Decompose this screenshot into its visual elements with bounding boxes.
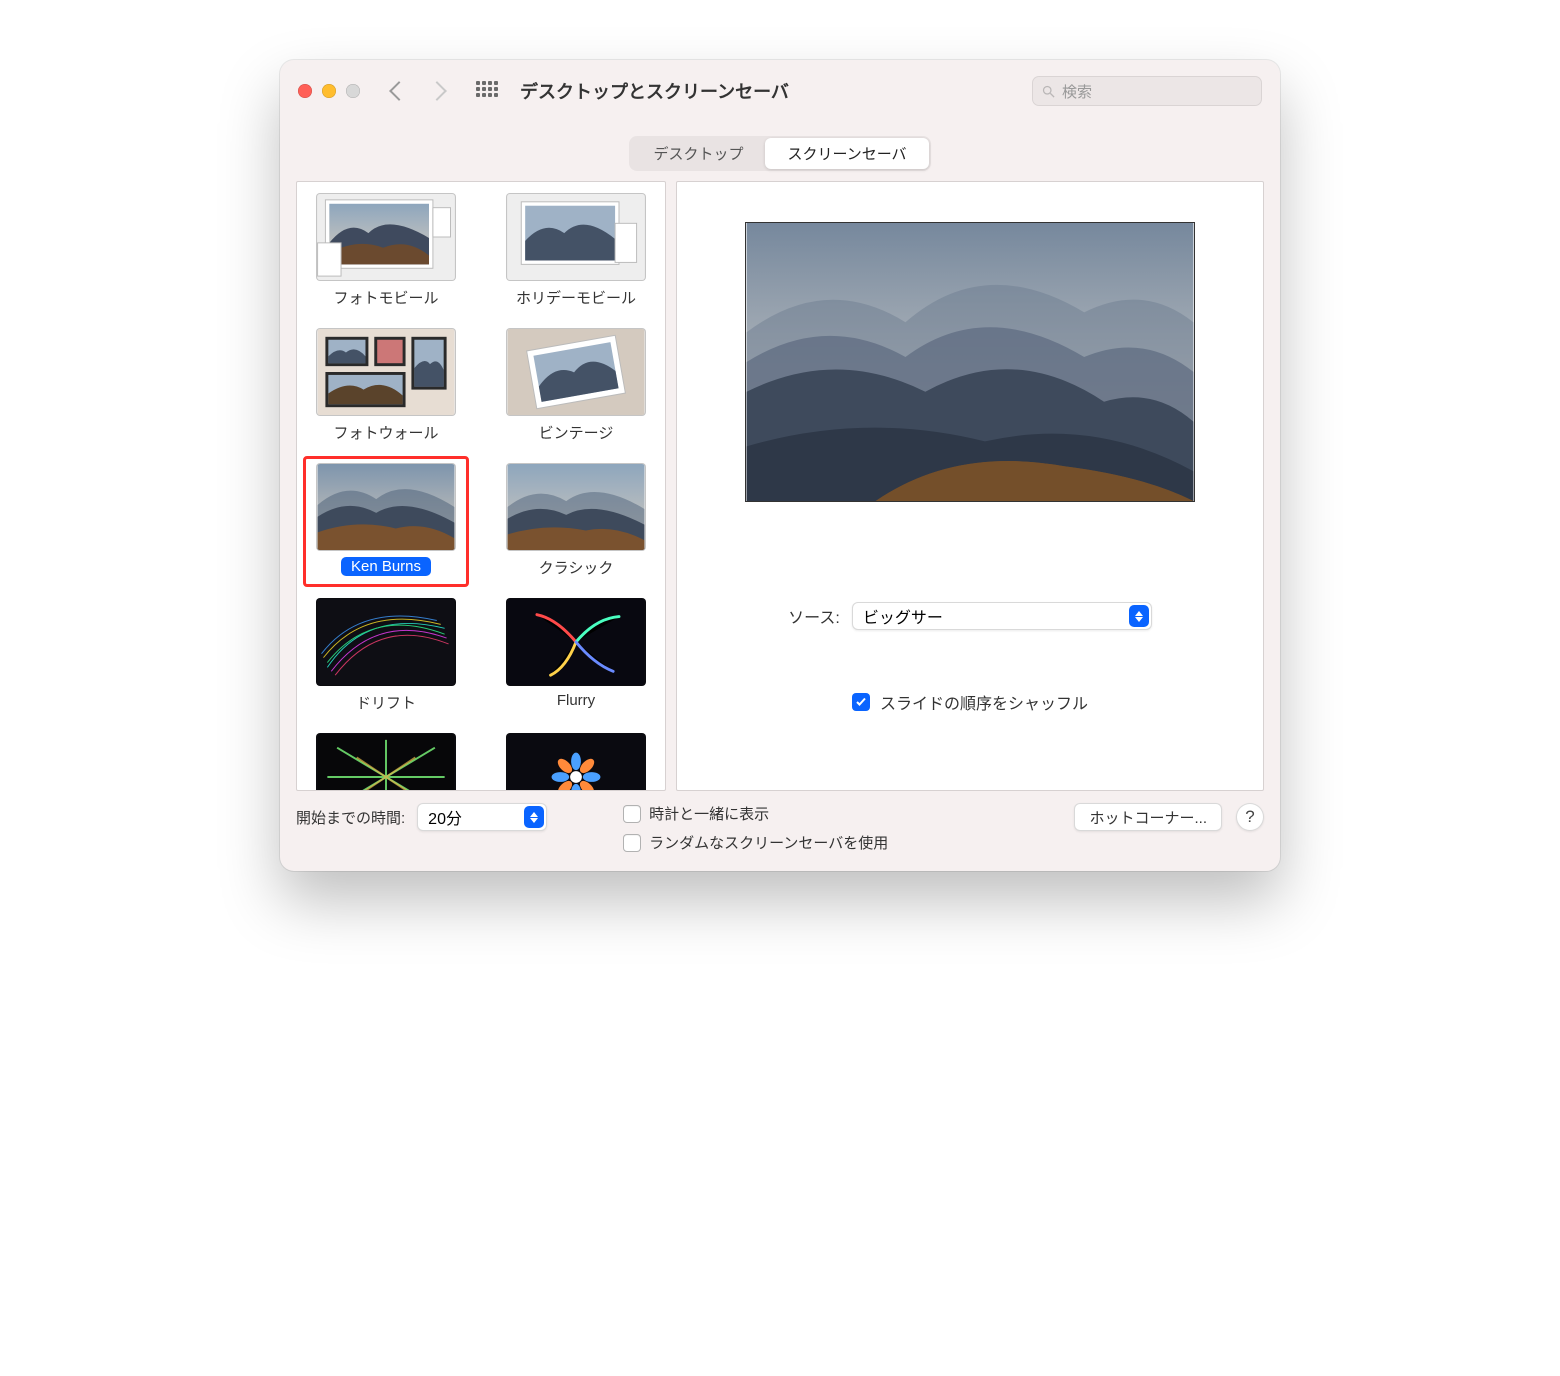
chevron-updown-icon [1129, 605, 1149, 627]
search-input[interactable]: 検索 [1032, 76, 1262, 106]
help-button[interactable]: ? [1236, 803, 1264, 831]
random-checkbox[interactable] [623, 834, 641, 852]
search-icon [1041, 84, 1056, 99]
chevron-updown-icon [524, 806, 544, 828]
screensaver-item[interactable]: ホリデーモビール [493, 186, 659, 317]
show-clock-checkbox[interactable] [623, 805, 641, 823]
preview-image [745, 222, 1195, 502]
start-value: 20分 [428, 805, 462, 829]
screensaver-item-label: Ken Burns [341, 557, 431, 576]
screensaver-item-label: Flurry [557, 692, 595, 709]
search-placeholder: 検索 [1062, 81, 1092, 102]
tab-desktop[interactable]: デスクトップ [631, 138, 765, 169]
titlebar: デスクトップとスクリーンセーバ 検索 [280, 60, 1280, 122]
screensaver-item-label: クラシック [539, 557, 614, 578]
zoom-icon [346, 84, 360, 98]
screensaver-item[interactable]: ドリフト [303, 591, 469, 722]
screensaver-item-label: ビンテージ [539, 422, 614, 443]
screensaver-list[interactable]: フォトモビール ホリデーモビール [296, 181, 666, 791]
show-clock-label: 時計と一緒に表示 [649, 803, 769, 824]
shuffle-checkbox[interactable] [852, 693, 870, 711]
start-label: 開始までの時間: [296, 807, 405, 828]
page-title: デスクトップとスクリーンセーバ [520, 78, 789, 104]
show-all-icon[interactable] [476, 81, 496, 101]
preview-panel: ソース: ビッグサー スライドの順序をシャッフル [676, 181, 1264, 791]
screensaver-item-label: フォトモビール [333, 287, 438, 308]
minimize-icon[interactable] [322, 84, 336, 98]
forward-button [427, 81, 447, 101]
source-select[interactable]: ビッグサー [852, 602, 1152, 630]
screensaver-item-label: フォトウォール [333, 422, 438, 443]
screensaver-item[interactable]: フォトウォール [303, 321, 469, 452]
prefs-window: デスクトップとスクリーンセーバ 検索 デスクトップ スクリーンセーバ [280, 60, 1280, 871]
screensaver-item-label: ホリデーモビール [516, 287, 636, 308]
close-icon[interactable] [298, 84, 312, 98]
screensaver-item[interactable]: フォトモビール [303, 186, 469, 317]
screensaver-item-label: ドリフト [356, 692, 416, 713]
back-button[interactable] [389, 81, 409, 101]
screensaver-item[interactable]: ビンテージ [493, 321, 659, 452]
source-value: ビッグサー [863, 604, 943, 628]
screensaver-item[interactable]: Arabesque [303, 726, 469, 791]
tabbar: デスクトップ スクリーンセーバ [280, 122, 1280, 181]
source-label: ソース: [788, 604, 840, 628]
screensaver-item[interactable]: クラシック [493, 456, 659, 587]
screensaver-item-selected[interactable]: Ken Burns [303, 456, 469, 587]
screensaver-item[interactable]: Flurry [493, 591, 659, 722]
random-label: ランダムなスクリーンセーバを使用 [649, 832, 888, 853]
tab-screensaver[interactable]: スクリーンセーバ [765, 138, 928, 169]
screensaver-item[interactable]: Shell [493, 726, 659, 791]
traffic-lights [298, 84, 360, 98]
start-select[interactable]: 20分 [417, 803, 547, 831]
hot-corners-button[interactable]: ホットコーナー... [1074, 803, 1222, 831]
check-icon [855, 696, 867, 708]
shuffle-label: スライドの順序をシャッフル [880, 690, 1088, 714]
